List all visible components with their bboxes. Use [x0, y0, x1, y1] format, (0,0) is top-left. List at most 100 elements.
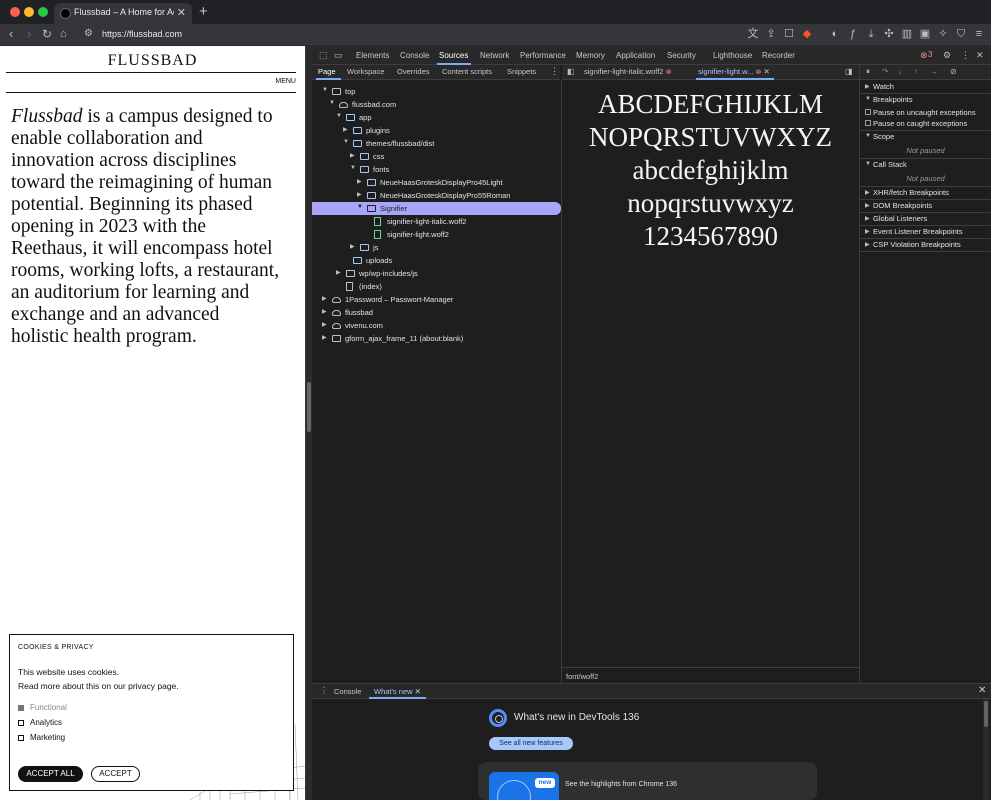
scrollbar-thumb[interactable]: [984, 701, 988, 727]
section-scope[interactable]: ▼ Scope: [860, 131, 991, 143]
rewards-icon[interactable]: ◐: [829, 27, 841, 41]
section-xhr-breakpoints[interactable]: ▶ XHR/fetch Breakpoints: [860, 187, 991, 199]
step-into-icon[interactable]: ↓: [898, 67, 902, 76]
analytics-checkbox[interactable]: [18, 719, 24, 726]
editor-tab-light[interactable]: signifier-light.w... ⊗ ✕: [698, 67, 770, 76]
collapse-arrow-icon[interactable]: ▶: [336, 269, 341, 276]
sidebar-icon[interactable]: ▥: [901, 27, 913, 41]
close-tab-icon[interactable]: ⊗: [666, 69, 672, 76]
close-tab-icon[interactable]: ⊗: [756, 69, 762, 76]
tree-item[interactable]: ▼ flussbad.com: [312, 98, 561, 111]
tab-close-icon[interactable]: ✕: [177, 6, 186, 19]
drawer-tab-whats-new[interactable]: What's new ✕: [374, 687, 421, 696]
section-breakpoints[interactable]: ▼ Breakpoints: [860, 94, 991, 106]
tree-item[interactable]: ▼ top: [312, 85, 561, 98]
drawer-menu-icon[interactable]: ⋮: [320, 686, 328, 695]
leo-icon[interactable]: ✧: [937, 27, 949, 41]
accept-button[interactable]: ACCEPT: [91, 766, 140, 782]
tab-performance[interactable]: Performance: [520, 51, 566, 60]
deactivate-breakpoints-icon[interactable]: ⊘: [950, 67, 957, 76]
error-icon[interactable]: ⊗: [920, 50, 928, 61]
tree-item[interactable]: signifier-light-italic.woff2: [312, 215, 561, 228]
close-tab-icon[interactable]: ✕: [415, 687, 421, 696]
maximize-window-button[interactable]: [38, 7, 48, 17]
editor-tab-italic[interactable]: signifier-light-italic.woff2 ⊗: [584, 67, 671, 76]
tree-item[interactable]: ▶ js: [312, 241, 561, 254]
collapse-arrow-icon[interactable]: ▶: [343, 126, 348, 133]
site-settings-icon[interactable]: ⚙: [84, 28, 93, 39]
tree-item[interactable]: ▶ gform_ajax_frame_11 (about:blank): [312, 332, 561, 345]
subtab-page[interactable]: Page: [318, 67, 336, 76]
reload-icon[interactable]: ↻: [42, 27, 52, 41]
expand-arrow-icon[interactable]: ▼: [350, 165, 356, 171]
section-csp-violation-breakpoints[interactable]: ▶ CSP Violation Breakpoints: [860, 239, 991, 251]
menu-icon[interactable]: ≡: [973, 27, 985, 41]
collapse-arrow-icon[interactable]: ▶: [322, 321, 327, 328]
tab-recorder[interactable]: Recorder: [762, 51, 795, 60]
step-icon[interactable]: →: [930, 67, 938, 76]
close-drawer-icon[interactable]: ✕: [978, 685, 986, 696]
tree-item[interactable]: ▶ vivenu.com: [312, 319, 561, 332]
tree-item[interactable]: ▶ css: [312, 150, 561, 163]
tree-item[interactable]: ▼ Signifier: [312, 202, 561, 215]
wallet-icon[interactable]: ▣: [919, 27, 931, 41]
tab-security[interactable]: Security: [667, 51, 696, 60]
download-icon[interactable]: ⤓: [865, 27, 877, 41]
tab-console[interactable]: Console: [400, 51, 429, 60]
collapse-arrow-icon[interactable]: ▶: [322, 295, 327, 302]
drawer-tab-console[interactable]: Console: [334, 687, 362, 696]
font-icon[interactable]: ƒ: [847, 27, 859, 41]
home-icon[interactable]: ⌂: [60, 27, 67, 41]
more-options-icon[interactable]: ⋮: [961, 50, 970, 61]
tab-network[interactable]: Network: [480, 51, 509, 60]
tree-item[interactable]: ▶ NeueHaasGroteskDisplayPro55Roman: [312, 189, 561, 202]
minimize-window-button[interactable]: [24, 7, 34, 17]
tree-item[interactable]: uploads: [312, 254, 561, 267]
drawer-scrollbar[interactable]: [983, 699, 989, 800]
pause-caught-checkbox[interactable]: [865, 120, 871, 126]
tree-item[interactable]: ▼ app: [312, 111, 561, 124]
tree-item[interactable]: ▶ flussbad: [312, 306, 561, 319]
resize-grip[interactable]: [307, 382, 311, 432]
tree-item[interactable]: ▶ wp/wp-includes/js: [312, 267, 561, 280]
more-tabs-icon[interactable]: ⋮: [550, 66, 559, 77]
toggle-debugger-icon[interactable]: ◨: [845, 67, 853, 76]
step-over-icon[interactable]: ↷: [882, 67, 889, 76]
subtab-snippets[interactable]: Snippets: [507, 67, 536, 76]
collapse-arrow-icon[interactable]: ▶: [357, 191, 362, 198]
vpn-icon[interactable]: ⛉: [955, 27, 967, 41]
accept-all-button[interactable]: ACCEPT ALL: [18, 766, 83, 782]
collapse-arrow-icon[interactable]: ▶: [322, 334, 327, 341]
tab-lighthouse[interactable]: Lighthouse: [713, 51, 752, 60]
site-menu-button[interactable]: MENU: [275, 78, 296, 85]
see-all-features-button[interactable]: See all new features: [489, 737, 573, 750]
translate-icon[interactable]: 文: [747, 27, 759, 41]
inspect-element-icon[interactable]: ⬚: [319, 50, 328, 61]
devtools-resize-handle[interactable]: [305, 46, 312, 800]
address-bar[interactable]: https://flussbad.com: [102, 29, 182, 39]
share-icon[interactable]: ⇪: [765, 27, 777, 41]
pause-uncaught-checkbox[interactable]: [865, 109, 871, 115]
marketing-checkbox[interactable]: [18, 734, 24, 741]
browser-tab-flussbad[interactable]: Flussbad – A Home for Adventurous Minds …: [54, 3, 192, 24]
tab-elements[interactable]: Elements: [356, 51, 389, 60]
tab-application[interactable]: Application: [616, 51, 655, 60]
cookie-option-analytics[interactable]: Analytics: [18, 718, 62, 727]
tree-item[interactable]: ▶ 1Password – Passwort-Manager: [312, 293, 561, 306]
collapse-arrow-icon[interactable]: ▶: [350, 243, 355, 250]
tree-item[interactable]: ▼ fonts: [312, 163, 561, 176]
site-logo[interactable]: FLUSSBAD: [0, 52, 305, 70]
step-out-icon[interactable]: ↑: [914, 67, 918, 76]
collapse-arrow-icon[interactable]: ▶: [322, 308, 327, 315]
expand-arrow-icon[interactable]: ▼: [322, 87, 328, 93]
expand-arrow-icon[interactable]: ▼: [336, 113, 342, 119]
section-dom-breakpoints[interactable]: ▶ DOM Breakpoints: [860, 200, 991, 212]
tab-sources[interactable]: Sources: [439, 51, 468, 60]
new-tab-button[interactable]: +: [199, 3, 208, 20]
tree-item[interactable]: (index): [312, 280, 561, 293]
extensions-icon[interactable]: ✣: [883, 27, 895, 41]
collapse-arrow-icon[interactable]: ▶: [350, 152, 355, 159]
cookie-option-marketing[interactable]: Marketing: [18, 733, 65, 742]
subtab-content-scripts[interactable]: Content scripts: [442, 67, 492, 76]
section-event-listener-breakpoints[interactable]: ▶ Event Listener Breakpoints: [860, 226, 991, 238]
